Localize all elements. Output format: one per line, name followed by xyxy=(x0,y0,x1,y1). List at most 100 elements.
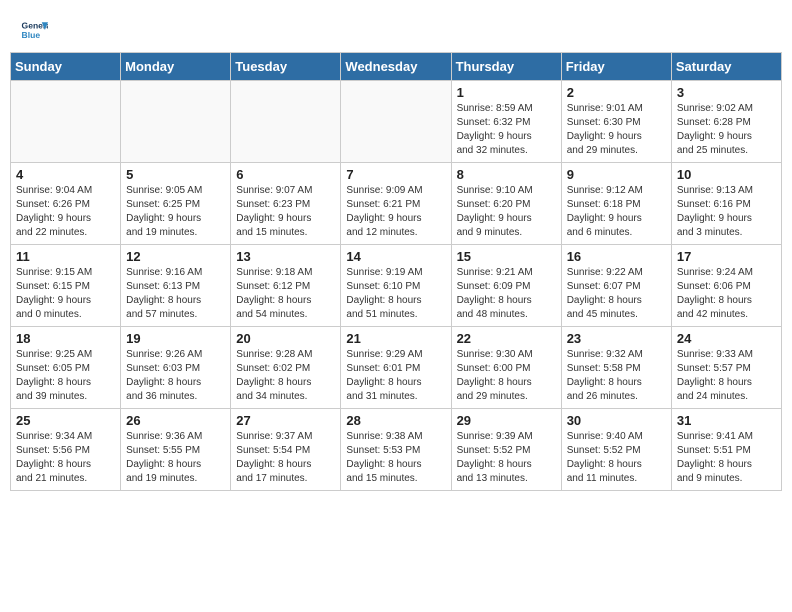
day-number: 11 xyxy=(16,249,115,264)
day-info: Sunrise: 9:01 AM Sunset: 6:30 PM Dayligh… xyxy=(567,102,666,158)
calendar-cell: 21Sunrise: 9:29 AM Sunset: 6:01 PM Dayli… xyxy=(341,327,451,409)
calendar-cell: 24 Sunrise: 9:33 AM Sunset: 5:57 PM Dayli… xyxy=(671,327,781,409)
calendar-cell: 9Sunrise: 9:12 AM Sunset: 6:18 PM Daylig… xyxy=(561,163,671,245)
day-number: 2 xyxy=(567,85,666,100)
calendar-cell: 23 Sunrise: 9:32 AM Sunset: 5:58 PM Dayli… xyxy=(561,327,671,409)
calendar-cell: 11 Sunrise: 9:15 AM Sunset: 6:15 PM Dayli… xyxy=(11,245,121,327)
calendar-cell: 4 Sunrise: 9:04 AM Sunset: 6:26 PM Daylig… xyxy=(11,163,121,245)
calendar-cell: 7 Sunrise: 9:09 AM Sunset: 6:21 PM Daylig… xyxy=(341,163,451,245)
day-info: Sunrise: 9:19 AM Sunset: 6:10 PM Dayligh… xyxy=(346,266,445,322)
col-header-monday: Monday xyxy=(121,53,231,81)
day-number: 15 xyxy=(457,249,556,264)
day-number: 9 xyxy=(567,167,666,182)
day-info: Sunrise: 9:24 AM Sunset: 6:06 PM Dayligh… xyxy=(677,266,776,322)
day-info: Sunrise: 9:41 AM Sunset: 5:51 PM Dayligh… xyxy=(677,430,776,486)
col-header-thursday: Thursday xyxy=(451,53,561,81)
calendar-cell: 12 Sunrise: 9:16 AM Sunset: 6:13 PM Dayli… xyxy=(121,245,231,327)
day-number: 10 xyxy=(677,167,776,182)
day-number: 29 xyxy=(457,413,556,428)
day-info: Sunrise: 9:16 AM Sunset: 6:13 PM Dayligh… xyxy=(126,266,225,322)
day-number: 12 xyxy=(126,249,225,264)
day-number: 7 xyxy=(346,167,445,182)
calendar-cell: 14Sunrise: 9:19 AM Sunset: 6:10 PM Dayli… xyxy=(341,245,451,327)
day-info: Sunrise: 9:09 AM Sunset: 6:21 PM Dayligh… xyxy=(346,184,445,240)
calendar-cell xyxy=(231,81,341,163)
day-info: Sunrise: 9:39 AM Sunset: 5:52 PM Dayligh… xyxy=(457,430,556,486)
calendar-cell: 19 Sunrise: 9:26 AM Sunset: 6:03 PM Dayli… xyxy=(121,327,231,409)
day-info: Sunrise: 9:38 AM Sunset: 5:53 PM Dayligh… xyxy=(346,430,445,486)
calendar-cell: 17 Sunrise: 9:24 AM Sunset: 6:06 PM Dayli… xyxy=(671,245,781,327)
logo: General Blue xyxy=(20,16,48,44)
day-info: Sunrise: 9:28 AM Sunset: 6:02 PM Dayligh… xyxy=(236,348,335,404)
day-info: Sunrise: 9:30 AM Sunset: 6:00 PM Dayligh… xyxy=(457,348,556,404)
calendar-cell: 2 Sunrise: 9:01 AM Sunset: 6:30 PM Daylig… xyxy=(561,81,671,163)
day-number: 21 xyxy=(346,331,445,346)
day-number: 20 xyxy=(236,331,335,346)
day-number: 24 xyxy=(677,331,776,346)
day-info: Sunrise: 9:15 AM Sunset: 6:15 PM Dayligh… xyxy=(16,266,115,322)
calendar-cell: 22 Sunrise: 9:30 AM Sunset: 6:00 PM Dayli… xyxy=(451,327,561,409)
svg-text:Blue: Blue xyxy=(22,30,41,40)
calendar-cell: 31 Sunrise: 9:41 AM Sunset: 5:51 PM Dayli… xyxy=(671,409,781,491)
day-number: 8 xyxy=(457,167,556,182)
calendar-cell: 27 Sunrise: 9:37 AM Sunset: 5:54 PM Dayli… xyxy=(231,409,341,491)
day-number: 25 xyxy=(16,413,115,428)
calendar-cell xyxy=(341,81,451,163)
day-info: Sunrise: 9:26 AM Sunset: 6:03 PM Dayligh… xyxy=(126,348,225,404)
calendar-cell: 18 Sunrise: 9:25 AM Sunset: 6:05 PM Dayli… xyxy=(11,327,121,409)
calendar-table: SundayMondayTuesdayWednesdayThursdayFrid… xyxy=(10,52,782,491)
col-header-saturday: Saturday xyxy=(671,53,781,81)
calendar-cell: 26Sunrise: 9:36 AM Sunset: 5:55 PM Dayli… xyxy=(121,409,231,491)
calendar-cell: 1Sunrise: 8:59 AM Sunset: 6:32 PM Daylig… xyxy=(451,81,561,163)
day-number: 22 xyxy=(457,331,556,346)
col-header-friday: Friday xyxy=(561,53,671,81)
calendar-week-5: 25 Sunrise: 9:34 AM Sunset: 5:56 PM Dayli… xyxy=(11,409,782,491)
calendar-cell: 29 Sunrise: 9:39 AM Sunset: 5:52 PM Dayli… xyxy=(451,409,561,491)
calendar-cell: 3Sunrise: 9:02 AM Sunset: 6:28 PM Daylig… xyxy=(671,81,781,163)
day-number: 17 xyxy=(677,249,776,264)
calendar-cell: 20 Sunrise: 9:28 AM Sunset: 6:02 PM Dayli… xyxy=(231,327,341,409)
day-number: 6 xyxy=(236,167,335,182)
day-info: Sunrise: 9:04 AM Sunset: 6:26 PM Dayligh… xyxy=(16,184,115,240)
day-info: Sunrise: 9:21 AM Sunset: 6:09 PM Dayligh… xyxy=(457,266,556,322)
day-info: Sunrise: 9:22 AM Sunset: 6:07 PM Dayligh… xyxy=(567,266,666,322)
col-header-sunday: Sunday xyxy=(11,53,121,81)
day-number: 3 xyxy=(677,85,776,100)
day-number: 18 xyxy=(16,331,115,346)
day-number: 30 xyxy=(567,413,666,428)
calendar-header-row: SundayMondayTuesdayWednesdayThursdayFrid… xyxy=(11,53,782,81)
day-number: 19 xyxy=(126,331,225,346)
day-number: 5 xyxy=(126,167,225,182)
calendar-cell: 8Sunrise: 9:10 AM Sunset: 6:20 PM Daylig… xyxy=(451,163,561,245)
day-number: 31 xyxy=(677,413,776,428)
day-number: 28 xyxy=(346,413,445,428)
day-number: 4 xyxy=(16,167,115,182)
day-info: Sunrise: 9:37 AM Sunset: 5:54 PM Dayligh… xyxy=(236,430,335,486)
day-info: Sunrise: 9:34 AM Sunset: 5:56 PM Dayligh… xyxy=(16,430,115,486)
calendar-week-4: 18 Sunrise: 9:25 AM Sunset: 6:05 PM Dayli… xyxy=(11,327,782,409)
day-info: Sunrise: 9:18 AM Sunset: 6:12 PM Dayligh… xyxy=(236,266,335,322)
day-number: 1 xyxy=(457,85,556,100)
calendar-cell: 6Sunrise: 9:07 AM Sunset: 6:23 PM Daylig… xyxy=(231,163,341,245)
calendar-cell: 25 Sunrise: 9:34 AM Sunset: 5:56 PM Dayli… xyxy=(11,409,121,491)
calendar-cell: 28 Sunrise: 9:38 AM Sunset: 5:53 PM Dayli… xyxy=(341,409,451,491)
day-info: Sunrise: 9:25 AM Sunset: 6:05 PM Dayligh… xyxy=(16,348,115,404)
calendar-wrapper: SundayMondayTuesdayWednesdayThursdayFrid… xyxy=(0,52,792,501)
calendar-cell xyxy=(121,81,231,163)
page-header: General Blue xyxy=(0,0,792,52)
day-info: Sunrise: 9:36 AM Sunset: 5:55 PM Dayligh… xyxy=(126,430,225,486)
calendar-week-3: 11 Sunrise: 9:15 AM Sunset: 6:15 PM Dayli… xyxy=(11,245,782,327)
day-number: 23 xyxy=(567,331,666,346)
calendar-week-1: 1Sunrise: 8:59 AM Sunset: 6:32 PM Daylig… xyxy=(11,81,782,163)
calendar-cell: 15 Sunrise: 9:21 AM Sunset: 6:09 PM Dayli… xyxy=(451,245,561,327)
day-info: Sunrise: 9:32 AM Sunset: 5:58 PM Dayligh… xyxy=(567,348,666,404)
day-number: 27 xyxy=(236,413,335,428)
calendar-cell: 30Sunrise: 9:40 AM Sunset: 5:52 PM Dayli… xyxy=(561,409,671,491)
calendar-cell xyxy=(11,81,121,163)
day-info: Sunrise: 9:05 AM Sunset: 6:25 PM Dayligh… xyxy=(126,184,225,240)
logo-icon: General Blue xyxy=(20,16,48,44)
col-header-wednesday: Wednesday xyxy=(341,53,451,81)
calendar-cell: 5 Sunrise: 9:05 AM Sunset: 6:25 PM Daylig… xyxy=(121,163,231,245)
day-info: Sunrise: 9:33 AM Sunset: 5:57 PM Dayligh… xyxy=(677,348,776,404)
col-header-tuesday: Tuesday xyxy=(231,53,341,81)
